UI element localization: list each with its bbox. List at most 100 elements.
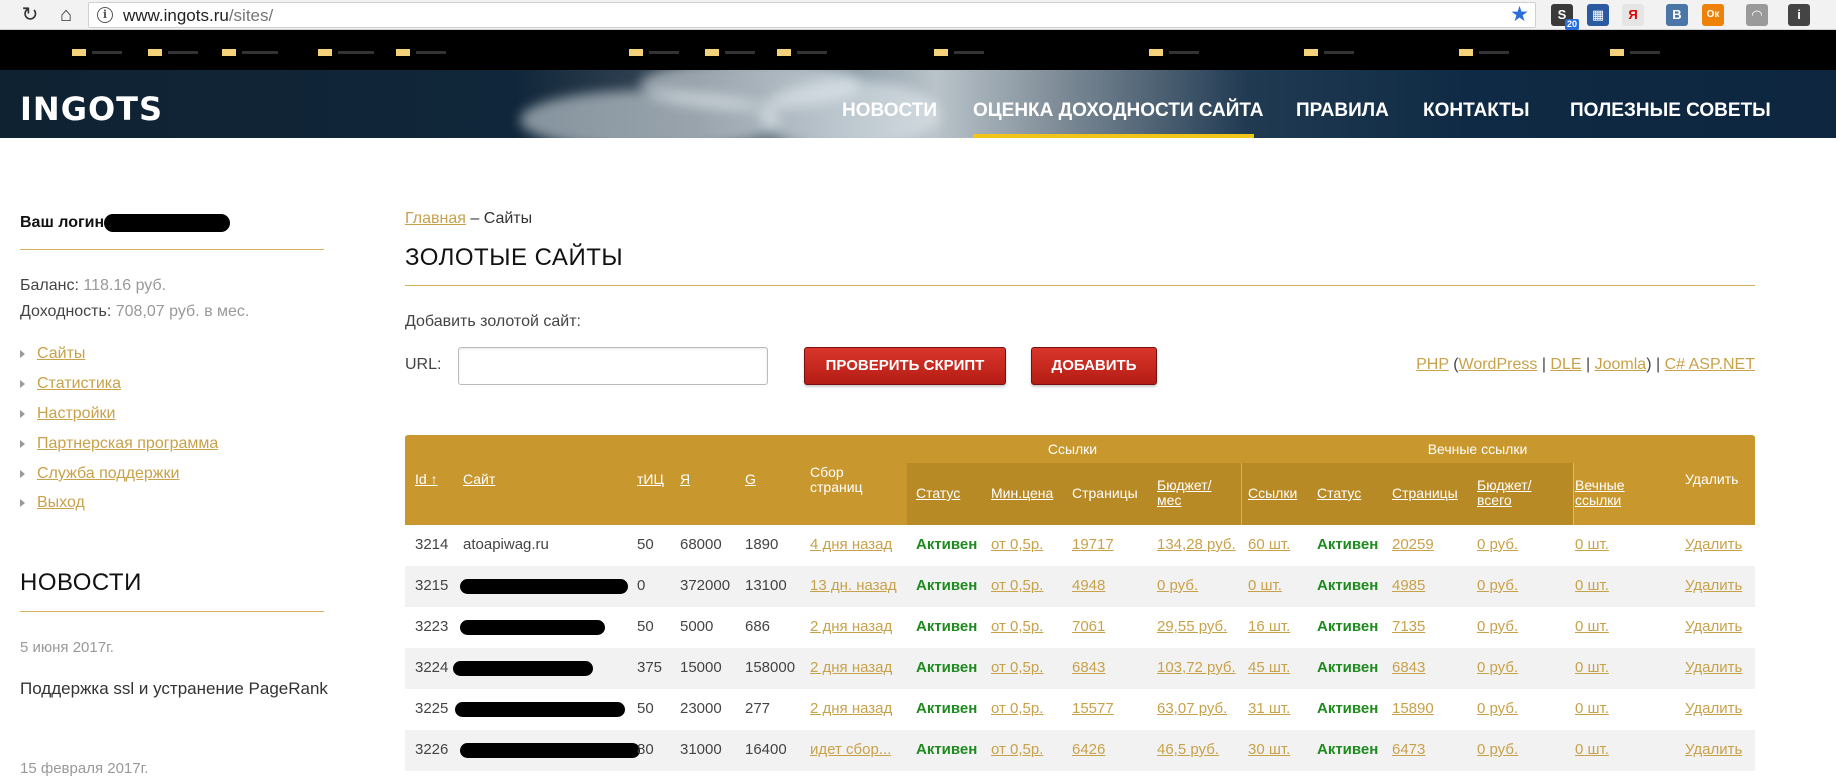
min-price-link[interactable]: от 0,5р. (991, 536, 1043, 553)
sort-ya-header[interactable]: Я (680, 471, 690, 487)
url-input[interactable] (458, 347, 768, 385)
sidebar-item-statistics[interactable]: Статистика (20, 375, 121, 393)
pages-link[interactable]: 7061 (1072, 618, 1105, 635)
min-price-link[interactable]: от 0,5р. (991, 618, 1043, 635)
links-link[interactable]: 60 шт. (1248, 536, 1290, 553)
e-pages-link[interactable]: 15890 (1392, 700, 1434, 717)
e-links-link[interactable]: 0 шт. (1575, 700, 1609, 717)
collect-link[interactable]: идет сбор... (810, 741, 891, 758)
sidebar-item-partner[interactable]: Партнерская программа (20, 435, 218, 453)
budget-link[interactable]: 46,5 руб. (1157, 741, 1219, 758)
news-text[interactable]: Поддержка ssl и устранение PageRank (20, 679, 328, 699)
min-price-link[interactable]: от 0,5р. (991, 741, 1043, 758)
yandex-extension-icon[interactable]: Я (1622, 4, 1644, 26)
e-links-link[interactable]: 0 шт. (1575, 577, 1609, 594)
sort-e-status-header[interactable]: Статус (1317, 485, 1361, 501)
delete-link[interactable]: Удалить (1685, 659, 1742, 676)
collect-link[interactable]: 4 дня назад (810, 536, 892, 553)
delete-link[interactable]: Удалить (1685, 618, 1742, 635)
e-budget-link[interactable]: 0 руб. (1477, 577, 1518, 594)
budget-link[interactable]: 0 руб. (1157, 577, 1198, 594)
cms-link-wordpress[interactable]: WordPress (1459, 356, 1538, 373)
e-pages-link[interactable]: 6473 (1392, 741, 1425, 758)
e-pages-link[interactable]: 20259 (1392, 536, 1434, 553)
ok-extension-icon[interactable]: Ок (1702, 4, 1724, 26)
nav-contacts[interactable]: КОНТАКТЫ (1423, 100, 1530, 122)
sort-tic-header[interactable]: тИЦ (637, 471, 664, 487)
add-site-button[interactable]: ДОБАВИТЬ (1031, 347, 1157, 385)
nav-site-income[interactable]: ОЦЕНКА ДОХОДНОСТИ САЙТА (973, 100, 1264, 122)
breadcrumb-home[interactable]: Главная (405, 210, 466, 227)
sidebar-item-sites[interactable]: Сайты (20, 345, 85, 363)
e-pages-link[interactable]: 4985 (1392, 577, 1425, 594)
links-link[interactable]: 30 шт. (1248, 741, 1290, 758)
cms-link-dle[interactable]: DLE (1550, 356, 1581, 373)
home-icon[interactable]: ⌂ (54, 3, 78, 27)
address-bar[interactable]: i www.ingots.ru/sites/ ★ (88, 2, 1536, 28)
reload-icon[interactable]: ↻ (18, 3, 42, 27)
e-budget-link[interactable]: 0 руб. (1477, 618, 1518, 635)
sort-e-pages-header[interactable]: Страницы (1392, 485, 1458, 501)
sidebar-item-support[interactable]: Служба поддержки (20, 465, 179, 483)
cms-link-php[interactable]: PHP (1416, 356, 1449, 373)
sort-e-links-header[interactable]: Вечные ссылки (1575, 478, 1625, 508)
e-budget-link[interactable]: 0 руб. (1477, 659, 1518, 676)
e-links-link[interactable]: 0 шт. (1575, 659, 1609, 676)
min-price-link[interactable]: от 0,5р. (991, 577, 1043, 594)
links-link[interactable]: 45 шт. (1248, 659, 1290, 676)
collect-link[interactable]: 2 дня назад (810, 618, 892, 635)
sort-links-header[interactable]: Ссылки (1248, 485, 1297, 501)
sort-g-header[interactable]: G (745, 471, 756, 487)
sidebar-item-logout[interactable]: Выход (20, 494, 85, 512)
budget-link[interactable]: 134,28 руб. (1157, 536, 1236, 553)
pages-link[interactable]: 6843 (1072, 659, 1105, 676)
e-links-link[interactable]: 0 шт. (1575, 741, 1609, 758)
budget-link[interactable]: 103,72 руб. (1157, 659, 1236, 676)
delete-link[interactable]: Удалить (1685, 741, 1742, 758)
min-price-link[interactable]: от 0,5р. (991, 659, 1043, 676)
bookmark-star-icon[interactable]: ★ (1510, 4, 1529, 26)
vk-extension-icon[interactable]: В (1666, 4, 1688, 26)
sort-budget-header[interactable]: Бюджет/мес (1157, 478, 1212, 508)
site-logo[interactable]: INGOTS (20, 90, 163, 128)
sort-id-header[interactable]: Id ↑ (415, 471, 438, 487)
budget-link[interactable]: 63,07 руб. (1157, 700, 1227, 717)
nav-news[interactable]: НОВОСТИ (842, 100, 937, 122)
delete-link[interactable]: Удалить (1685, 700, 1742, 717)
info-extension-icon[interactable]: i (1788, 4, 1810, 26)
collect-link[interactable]: 2 дня назад (810, 700, 892, 717)
sidebar-item-settings[interactable]: Настройки (20, 405, 115, 423)
pages-link[interactable]: 6426 (1072, 741, 1105, 758)
links-link[interactable]: 16 шт. (1248, 618, 1290, 635)
pages-link[interactable]: 19717 (1072, 536, 1114, 553)
cms-link-aspnet[interactable]: C# ASP.NET (1665, 356, 1755, 373)
grid-extension-icon[interactable]: ▦ (1587, 4, 1609, 26)
links-link[interactable]: 31 шт. (1248, 700, 1290, 717)
e-budget-link[interactable]: 0 руб. (1477, 741, 1518, 758)
extension-seo-icon[interactable]: S 20 (1551, 4, 1579, 30)
sort-e-budget-header[interactable]: Бюджет/всего (1477, 478, 1532, 508)
collect-link[interactable]: 13 дн. назад (810, 577, 897, 594)
rss-extension-icon[interactable]: ◠ (1746, 4, 1768, 26)
delete-link[interactable]: Удалить (1685, 536, 1742, 553)
min-price-link[interactable]: от 0,5р. (991, 700, 1043, 717)
e-budget-link[interactable]: 0 руб. (1477, 700, 1518, 717)
budget-link[interactable]: 29,55 руб. (1157, 618, 1227, 635)
nav-rules[interactable]: ПРАВИЛА (1296, 100, 1389, 122)
e-budget-link[interactable]: 0 руб. (1477, 536, 1518, 553)
pages-link[interactable]: 4948 (1072, 577, 1105, 594)
sort-min-price-header[interactable]: Мин.цена (991, 485, 1053, 501)
cms-link-joomla[interactable]: Joomla (1595, 356, 1647, 373)
collect-link[interactable]: 2 дня назад (810, 659, 892, 676)
delete-link[interactable]: Удалить (1685, 577, 1742, 594)
check-script-button[interactable]: ПРОВЕРИТЬ СКРИПТ (804, 347, 1006, 385)
pages-link[interactable]: 15577 (1072, 700, 1114, 717)
sort-site-header[interactable]: Сайт (463, 471, 495, 487)
links-link[interactable]: 0 шт. (1248, 577, 1282, 594)
e-links-link[interactable]: 0 шт. (1575, 536, 1609, 553)
sort-status-header[interactable]: Статус (916, 485, 960, 501)
nav-useful-tips[interactable]: ПОЛЕЗНЫЕ СОВЕТЫ (1570, 100, 1771, 122)
info-icon[interactable]: i (97, 7, 113, 23)
e-pages-link[interactable]: 7135 (1392, 618, 1425, 635)
e-pages-link[interactable]: 6843 (1392, 659, 1425, 676)
